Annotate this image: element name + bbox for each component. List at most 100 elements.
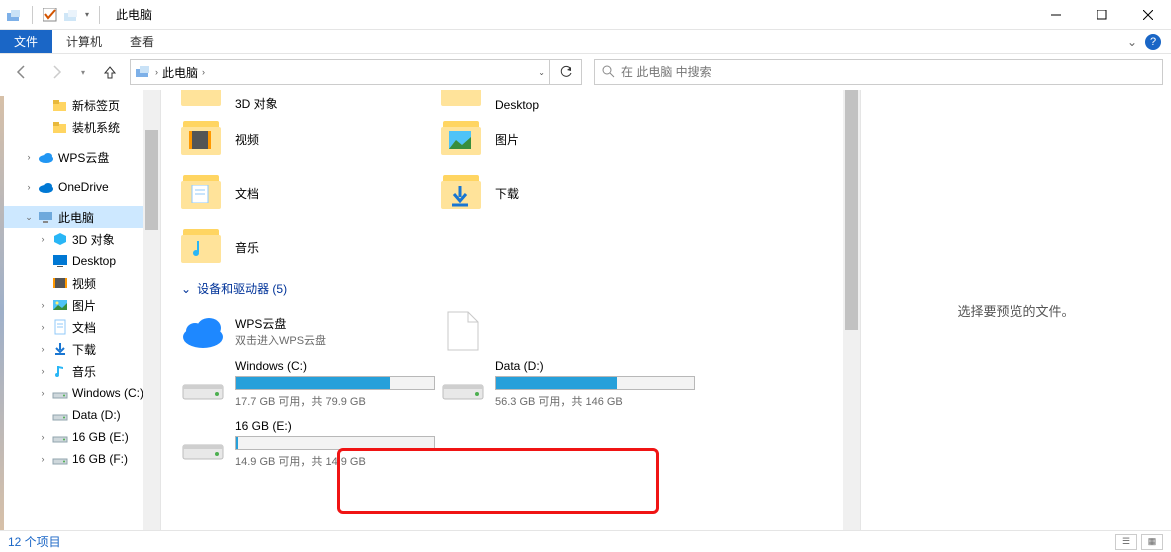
help-icon[interactable]: ? [1145,34,1161,50]
file-icon [441,309,485,353]
close-button[interactable] [1125,0,1171,30]
library-folder-tile[interactable]: 音乐 [181,220,441,274]
nav-up-button[interactable] [96,58,124,86]
view-details-button[interactable]: ☰ [1115,534,1137,550]
tree-item[interactable]: Data (D:) [4,404,160,426]
tree-item[interactable]: ›文档 [4,316,160,338]
scrollbar-thumb[interactable] [845,90,858,330]
nav-recent-dropdown[interactable]: ▾ [76,58,90,86]
search-bar[interactable] [594,59,1163,85]
address-dropdown-icon[interactable]: ⌄ [538,68,545,77]
drive-tile[interactable]: 16 GB (E:) 14.9 GB 可用，共 14.9 GB [181,419,441,479]
tree-twisty-icon[interactable]: › [24,152,34,162]
ribbon-tab-file[interactable]: 文件 [0,30,52,53]
tree-item-icon [52,451,68,467]
breadcrumb-thispc[interactable]: 此电脑 [162,64,198,81]
folder-icon [181,90,225,112]
library-folder-tile[interactable]: 文档 [181,166,441,220]
folder-label: 3D 对象 [235,95,278,112]
tree-item-icon [52,319,68,335]
tree-twisty-icon[interactable]: › [24,182,34,192]
tree-item[interactable]: ›图片 [4,294,160,316]
tree-item[interactable]: ›音乐 [4,360,160,382]
tree-item-icon [52,97,68,113]
tree-item[interactable]: ›WPS云盘 [4,146,160,168]
tree-twisty-icon[interactable]: › [38,454,48,464]
tree-twisty-icon[interactable]: › [38,344,48,354]
drive-capacity-text: 14.9 GB 可用，共 14.9 GB [235,453,441,469]
drive-tile[interactable]: Windows (C:)17.7 GB 可用，共 79.9 GB [181,359,441,419]
qat-checkbox-icon[interactable] [43,8,57,22]
folder-label: 音乐 [235,239,259,256]
tree-item-label: 16 GB (F:) [72,452,128,466]
tree-twisty-icon[interactable]: › [38,432,48,442]
qat-folder-icon[interactable] [63,7,79,23]
tree-item-icon [52,253,68,269]
tree-item-icon [52,119,68,135]
cloud-icon [181,309,225,353]
tree-item[interactable]: 视频 [4,272,160,294]
library-folder-tile[interactable]: 下载 [441,166,701,220]
tree-twisty-icon[interactable]: › [38,388,48,398]
tree-item-icon [38,149,54,165]
tree-twisty-icon[interactable]: › [38,300,48,310]
tree-twisty-icon[interactable]: › [38,322,48,332]
library-folder-tile[interactable]: 视频 [181,112,441,166]
drive-name: 16 GB (E:) [235,419,441,433]
ribbon-collapse-icon[interactable]: ⌄ [1127,35,1137,49]
tree-item[interactable]: ›16 GB (E:) [4,426,160,448]
tree-item-label: Desktop [72,254,116,268]
cloud-drive-tile[interactable]: WPS云盘双击进入WPS云盘 [181,303,441,359]
tree-item-label: 视频 [72,275,96,292]
folder-icon [441,171,485,215]
tree-item-label: Data (D:) [72,408,121,422]
tree-twisty-icon[interactable]: › [38,234,48,244]
separator [32,6,33,24]
nav-back-button[interactable] [8,58,36,86]
chevron-right-icon[interactable]: › [155,67,158,77]
search-input[interactable] [621,65,1156,79]
tree-item[interactable]: › 16 GB (F:) [4,448,160,470]
library-folder-tile[interactable]: 图片 [441,112,701,166]
library-folder-tile[interactable]: 3D 对象 [181,90,441,112]
folder-label: 视频 [235,131,259,148]
folder-label: 图片 [495,131,519,148]
minimize-button[interactable] [1033,0,1079,30]
library-folder-tile[interactable]: Desktop [441,90,701,112]
scrollbar-thumb[interactable] [145,130,158,230]
content-scrollbar[interactable] [843,90,860,530]
tree-item[interactable]: 装机系统 [4,116,160,138]
tree-item[interactable]: › Windows (C:) [4,382,160,404]
drive-tile[interactable]: Data (D:)56.3 GB 可用，共 146 GB [441,359,701,419]
chevron-right-icon[interactable]: › [202,67,205,77]
tree-twisty-icon[interactable]: › [38,366,48,376]
address-bar[interactable]: › 此电脑 › ⌄ [130,59,550,85]
file-tile[interactable] [441,303,701,359]
tree-item[interactable]: ›3D 对象 [4,228,160,250]
view-tiles-button[interactable]: ▦ [1141,534,1163,550]
drive-capacity-bar [495,376,695,390]
folder-icon [181,225,225,269]
tree-item-label: Windows (C:) [72,386,144,400]
tree-item-icon [52,407,68,423]
tree-item-icon [52,231,68,247]
refresh-button[interactable] [550,59,582,85]
status-item-count: 12 个项目 [8,533,61,550]
window-title: 此电脑 [110,6,158,23]
tree-item[interactable]: ⌄此电脑 [4,206,160,228]
ribbon-tab-view[interactable]: 查看 [116,30,168,53]
tree-item[interactable]: 新标签页 [4,94,160,116]
ribbon-tab-computer[interactable]: 计算机 [52,30,116,53]
group-header-devices[interactable]: ⌄ 设备和驱动器 (5) [181,274,850,303]
qat-dropdown-icon[interactable]: ▾ [85,10,89,19]
maximize-button[interactable] [1079,0,1125,30]
sidebar-scrollbar[interactable] [143,90,160,530]
tree-item[interactable]: Desktop [4,250,160,272]
nav-forward-button[interactable] [42,58,70,86]
folder-label: 下载 [495,185,519,202]
group-title: 设备和驱动器 (5) [197,280,287,297]
tree-twisty-icon[interactable]: ⌄ [24,212,34,223]
drive-icon [181,359,225,403]
tree-item[interactable]: ›OneDrive [4,176,160,198]
tree-item[interactable]: ›下载 [4,338,160,360]
